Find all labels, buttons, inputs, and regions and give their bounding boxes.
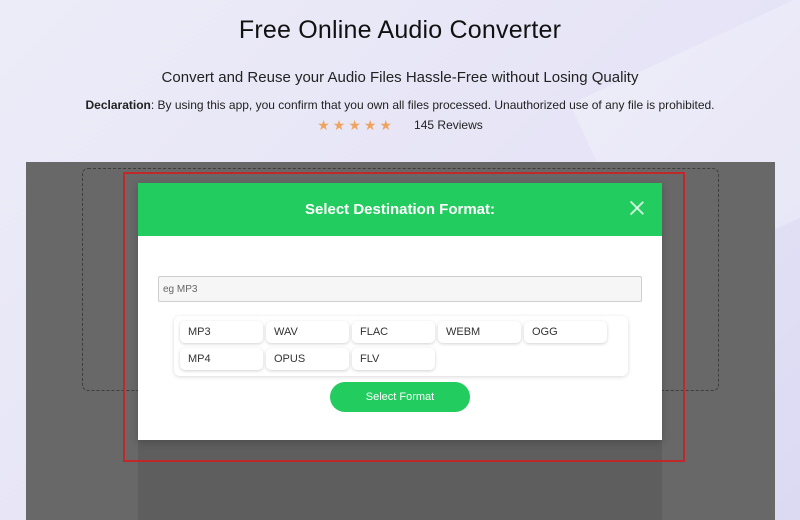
star-icon: ★ [379, 117, 393, 133]
page-title: Free Online Audio Converter [238, 16, 562, 44]
declaration-text: Declaration: By using this app, you conf… [0, 98, 800, 112]
rating: ★ ★ ★ ★ ★ 145 Reviews [0, 117, 800, 133]
reviews-count: 145 Reviews [414, 118, 483, 132]
star-rating: ★ ★ ★ ★ ★ [317, 117, 392, 133]
star-icon: ★ [363, 117, 377, 133]
declaration-label: Declaration [85, 98, 151, 112]
highlight-box [123, 172, 685, 462]
declaration-body: : By using this app, you confirm that yo… [150, 98, 715, 112]
star-icon: ★ [317, 117, 330, 133]
star-icon: ★ [348, 117, 361, 133]
page-subtitle: Convert and Reuse your Audio Files Hassl… [161, 69, 639, 86]
star-icon: ★ [332, 117, 346, 133]
